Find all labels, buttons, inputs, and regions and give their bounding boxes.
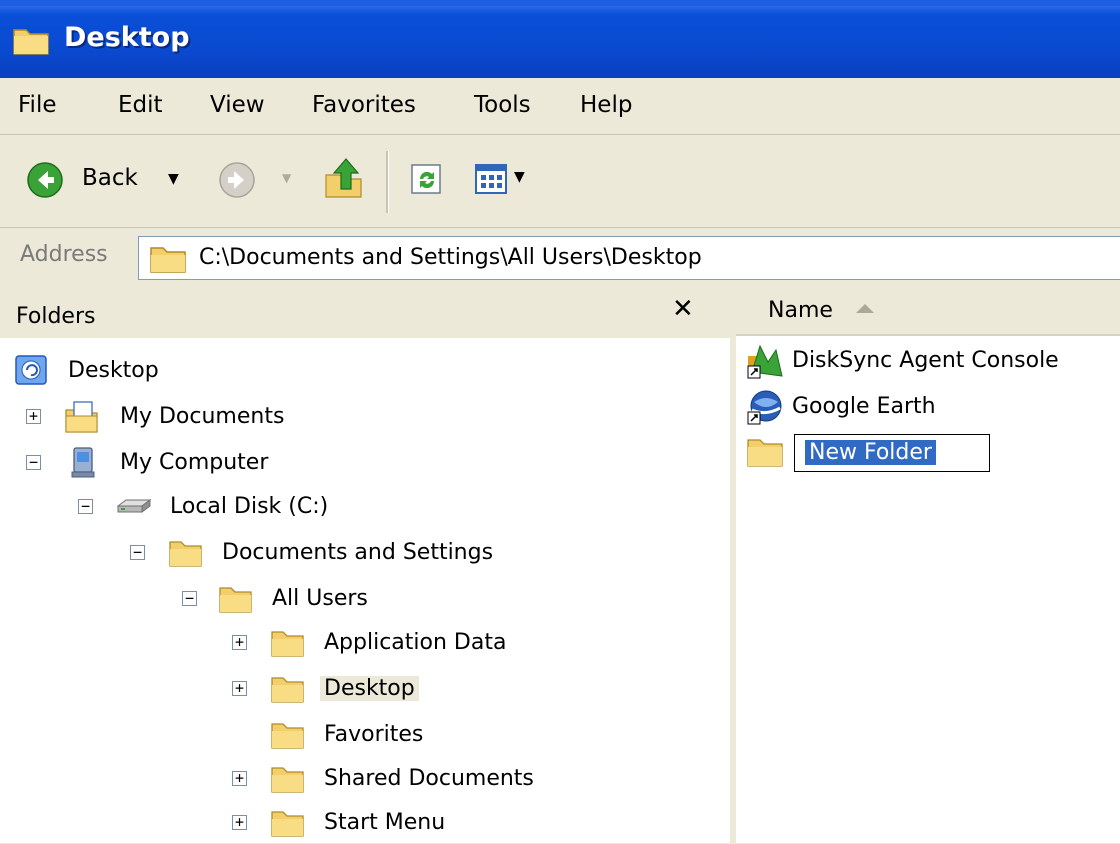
- folder-icon: [747, 439, 783, 467]
- collapse-icon[interactable]: −: [182, 591, 197, 606]
- back-icon: [27, 162, 63, 198]
- close-icon[interactable]: ✕: [672, 294, 694, 324]
- tree-label: Desktop: [320, 676, 419, 701]
- folder-icon: [271, 767, 304, 793]
- back-button[interactable]: Back ▼: [26, 157, 179, 205]
- window-title: Desktop: [64, 22, 190, 53]
- tree-label: My Computer: [120, 450, 269, 475]
- tree-label: All Users: [272, 586, 368, 611]
- tree-label: Application Data: [324, 630, 507, 655]
- folder-icon: [271, 631, 304, 657]
- files-pane: Name DiskSync Agent Console Google Earth…: [736, 288, 1120, 843]
- expand-icon[interactable]: +: [232, 815, 247, 830]
- folders-header: Folders ✕: [0, 288, 730, 338]
- toolbar: Back ▼ ▼ ▼: [0, 135, 1120, 228]
- folder-icon: [169, 541, 202, 567]
- collapse-icon[interactable]: −: [78, 499, 93, 514]
- folder-icon: [271, 677, 304, 703]
- expand-icon[interactable]: +: [232, 635, 247, 650]
- menu-view[interactable]: View: [210, 92, 265, 118]
- back-label: Back: [82, 165, 138, 191]
- tree-label: My Documents: [120, 404, 285, 429]
- menu-help[interactable]: Help: [580, 92, 632, 118]
- up-folder-icon: [325, 158, 362, 198]
- menu-bar: File Edit View Favorites Tools Help: [0, 78, 1120, 135]
- menu-favorites[interactable]: Favorites: [312, 92, 416, 118]
- menu-edit[interactable]: Edit: [118, 92, 163, 118]
- address-value: C:\Documents and Settings\All Users\Desk…: [199, 245, 702, 270]
- sort-ascending-icon: [856, 304, 874, 313]
- google-earth-shortcut-icon: [747, 390, 782, 425]
- folders-title: Folders: [16, 304, 96, 329]
- file-label: Google Earth: [792, 394, 936, 419]
- expand-icon[interactable]: +: [232, 681, 247, 696]
- address-bar: Address C:\Documents and Settings\All Us…: [0, 228, 1120, 288]
- column-header-name[interactable]: Name: [736, 288, 1120, 336]
- tree-label: Start Menu: [324, 810, 446, 835]
- up-folder-button[interactable]: [322, 155, 366, 203]
- expand-icon[interactable]: +: [232, 771, 247, 786]
- menu-tools[interactable]: Tools: [474, 92, 531, 118]
- address-label: Address: [20, 242, 108, 267]
- back-dropdown-icon[interactable]: ▼: [168, 171, 179, 187]
- folder-icon: [219, 587, 252, 613]
- column-name-label: Name: [768, 298, 833, 323]
- sync-icon: [411, 164, 441, 194]
- desktop-icon: [15, 355, 47, 385]
- file-item-google-earth[interactable]: Google Earth: [746, 386, 1116, 430]
- toolbar-separator: [386, 151, 389, 213]
- menu-file[interactable]: File: [18, 92, 57, 118]
- file-item-disksync[interactable]: DiskSync Agent Console: [746, 340, 1116, 384]
- forward-button[interactable]: ▼: [218, 161, 298, 201]
- folder-icon: [13, 29, 49, 55]
- collapse-icon[interactable]: −: [130, 545, 145, 560]
- file-label: DiskSync Agent Console: [792, 348, 1059, 373]
- tree-label: Favorites: [324, 722, 424, 747]
- forward-dropdown-icon: ▼: [282, 171, 292, 185]
- hard-disk-icon: [116, 499, 152, 513]
- title-bar[interactable]: Desktop: [0, 0, 1120, 78]
- sync-button[interactable]: [410, 163, 444, 197]
- views-icon: [475, 164, 507, 194]
- my-computer-icon: [71, 447, 95, 478]
- file-item-new-folder[interactable]: New Folder: [746, 430, 1116, 474]
- rename-input[interactable]: New Folder: [794, 434, 990, 472]
- address-field[interactable]: C:\Documents and Settings\All Users\Desk…: [138, 236, 1120, 280]
- tree-label: Shared Documents: [324, 766, 534, 791]
- views-dropdown-icon[interactable]: ▼: [514, 169, 525, 185]
- disksync-shortcut-icon: [747, 344, 783, 379]
- folder-icon: [150, 247, 186, 273]
- views-button[interactable]: ▼: [474, 163, 538, 197]
- my-documents-icon: [65, 401, 98, 433]
- collapse-icon[interactable]: −: [26, 455, 41, 470]
- tree-label: Local Disk (C:): [170, 494, 329, 519]
- folders-pane: Folders ✕ Desktop + My Documents − My Co…: [0, 288, 730, 843]
- folder-icon: [271, 811, 304, 837]
- folder-icon: [271, 723, 304, 749]
- tree-label: Documents and Settings: [222, 540, 494, 565]
- expand-icon[interactable]: +: [26, 409, 41, 424]
- forward-icon: [219, 162, 255, 198]
- tree-label: Desktop: [68, 358, 159, 383]
- rename-text[interactable]: New Folder: [805, 440, 936, 465]
